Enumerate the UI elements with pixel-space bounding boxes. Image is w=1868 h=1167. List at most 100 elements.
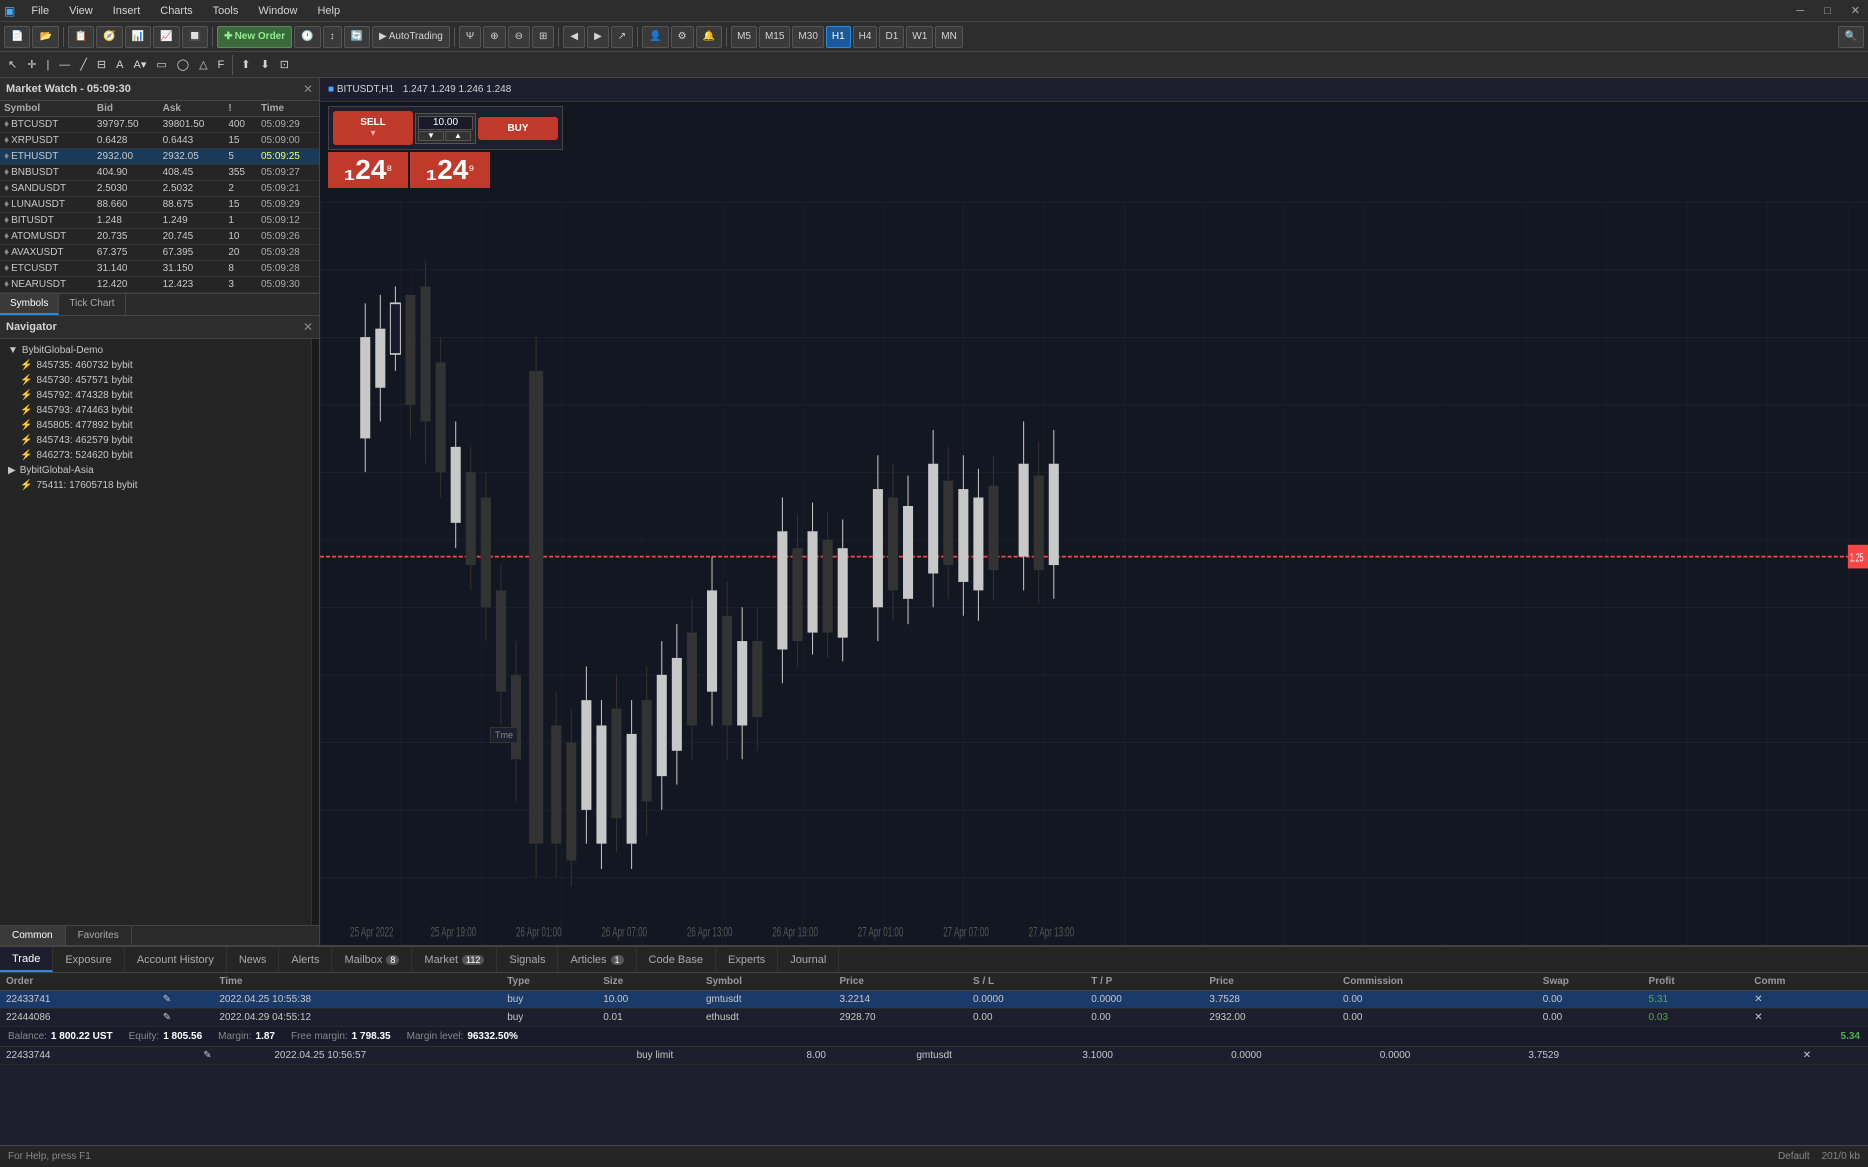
tree-item[interactable]: ⚡ 845805: 477892 bybit	[4, 418, 307, 433]
timeframe-mn[interactable]: MN	[935, 26, 963, 48]
timeframe-m5[interactable]: M5	[731, 26, 757, 48]
timeframe-w1[interactable]: W1	[906, 26, 933, 48]
bottom-tab-experts[interactable]: Experts	[716, 947, 778, 972]
triangle-tool[interactable]: △	[195, 55, 211, 75]
tick-chart-button[interactable]: ↕	[323, 26, 342, 48]
scroll-left-button[interactable]: ◀	[563, 26, 585, 48]
bottom-tab-signals[interactable]: Signals	[497, 947, 558, 972]
tree-item[interactable]: ▶ BybitGlobal-Asia	[4, 463, 307, 478]
menu-file[interactable]: File	[27, 3, 53, 19]
channel-tool[interactable]: ⊟	[93, 55, 110, 75]
tree-item[interactable]: ⚡ 845735: 460732 bybit	[4, 358, 307, 373]
qty-down[interactable]: ▼	[418, 131, 444, 141]
tree-item[interactable]: ⚡ 845793: 474463 bybit	[4, 403, 307, 418]
market-watch-scroll[interactable]: Symbol Bid Ask ! Time ♦BTCUSDT 39797.50 …	[0, 101, 319, 293]
rectangle-tool[interactable]: ▭	[152, 55, 170, 75]
text-tool[interactable]: A	[112, 55, 127, 75]
market-row[interactable]: ♦AVAXUSDT 67.375 67.395 20 05:09:28	[0, 245, 319, 261]
bottom-tab-articles[interactable]: Articles 1	[558, 947, 636, 972]
tree-item[interactable]: ▼ BybitGlobal-Demo	[4, 343, 307, 358]
indicators-button[interactable]: Ψ	[459, 26, 481, 48]
new-file-button[interactable]: 📄	[4, 26, 30, 48]
timeframe-h1[interactable]: H1	[826, 26, 851, 48]
history-center-button[interactable]: 🕐	[294, 26, 320, 48]
profiles-button[interactable]: 📋	[68, 26, 94, 48]
tab-tick-chart[interactable]: Tick Chart	[59, 294, 125, 315]
bottom-tab-market[interactable]: Market 112	[412, 947, 497, 972]
timeframe-m30[interactable]: M30	[792, 26, 823, 48]
sell-dropdown[interactable]: ▾	[370, 128, 375, 139]
market-row[interactable]: ♦SANDUSDT 2.5030 2.5032 2 05:09:21	[0, 181, 319, 197]
buy-block[interactable]: BUY	[478, 117, 558, 140]
menu-window[interactable]: Window	[254, 3, 301, 19]
bottom-tab-alerts[interactable]: Alerts	[279, 947, 332, 972]
pending-icon[interactable]: ✎	[197, 1047, 268, 1065]
nav-scrollbar[interactable]	[311, 339, 319, 925]
zoom-in-button[interactable]: 🔲	[182, 26, 208, 48]
pending-close[interactable]: ✕	[1797, 1047, 1868, 1065]
sell-block[interactable]: SELL ▾	[333, 111, 413, 145]
buy-price-block[interactable]: ₁24⁹	[410, 152, 490, 188]
nav-tab-common[interactable]: Common	[0, 926, 66, 945]
cursor-tool[interactable]: ↖	[4, 55, 21, 75]
quantity-input[interactable]	[418, 116, 473, 130]
new-order-button[interactable]: ✚ New Order	[217, 26, 292, 48]
menu-tools[interactable]: Tools	[209, 3, 243, 19]
timeframe-m15[interactable]: M15	[759, 26, 790, 48]
tree-item[interactable]: ⚡ 75411: 17605718 bybit	[4, 478, 307, 493]
market-row[interactable]: ♦ETCUSDT 31.140 31.150 8 05:09:28	[0, 261, 319, 277]
menu-charts[interactable]: Charts	[156, 3, 196, 19]
menu-insert[interactable]: Insert	[109, 3, 145, 19]
bottom-tab-code-base[interactable]: Code Base	[637, 947, 716, 972]
market-row[interactable]: ♦ATOMUSDT 20.735 20.745 10 05:09:26	[0, 229, 319, 245]
bottom-tab-exposure[interactable]: Exposure	[53, 947, 124, 972]
bottom-tab-news[interactable]: News	[227, 947, 280, 972]
market-row[interactable]: ♦BITUSDT 1.248 1.249 1 05:09:12	[0, 213, 319, 229]
navigator-button[interactable]: 🧭	[96, 26, 122, 48]
pending-order-row[interactable]: 22433744 ✎ 2022.04.25 10:56:57 buy limit…	[0, 1047, 1868, 1065]
timeframe-d1[interactable]: D1	[879, 26, 904, 48]
bottom-tab-trade[interactable]: Trade	[0, 947, 53, 972]
market-row[interactable]: ♦LUNAUSDT 88.660 88.675 15 05:09:29	[0, 197, 319, 213]
ellipse-tool[interactable]: ◯	[173, 55, 193, 75]
account-button[interactable]: 👤	[642, 26, 668, 48]
autotrading-button[interactable]: ▶ AutoTrading	[372, 26, 450, 48]
alerts-button[interactable]: 🔔	[696, 26, 722, 48]
window-close[interactable]: ✕	[1851, 4, 1860, 17]
trendline-tool[interactable]: ╱	[76, 55, 91, 75]
window-maximize[interactable]: □	[1824, 5, 1831, 17]
crosshair-tool[interactable]: ✛	[23, 55, 40, 75]
nav-tab-favorites[interactable]: Favorites	[66, 926, 132, 945]
grid-button[interactable]: ⊞	[532, 26, 554, 48]
order-close[interactable]: ✕	[1748, 991, 1868, 1009]
open-button[interactable]: 📂	[32, 26, 58, 48]
order-row[interactable]: 22444086 ✎ 2022.04.29 04:55:12 buy 0.01 …	[0, 1009, 1868, 1027]
orders-content[interactable]: Order Time Type Size Symbol Price S / L …	[0, 973, 1868, 1145]
tree-item[interactable]: ⚡ 845792: 474328 bybit	[4, 388, 307, 403]
refresh-button[interactable]: 🔄	[344, 26, 370, 48]
buy-arrow-tool[interactable]: ⬆	[237, 55, 254, 75]
market-row[interactable]: ♦NEARUSDT 12.420 12.423 3 05:09:30	[0, 277, 319, 293]
market-watch-close[interactable]: ✕	[303, 82, 313, 96]
price-label-tool[interactable]: ⊡	[276, 55, 293, 75]
sell-price-block[interactable]: ₁24⁸	[328, 152, 408, 188]
zoom-out-chart-button[interactable]: ⊖	[508, 26, 530, 48]
market-row[interactable]: ♦XRPUSDT 0.6428 0.6443 15 05:09:00	[0, 133, 319, 149]
tree-item[interactable]: ⚡ 845730: 457571 bybit	[4, 373, 307, 388]
timeframe-h4[interactable]: H4	[853, 26, 878, 48]
horizontal-line-tool[interactable]: —	[55, 55, 74, 75]
options-button[interactable]: ⚙	[671, 26, 694, 48]
bottom-tab-journal[interactable]: Journal	[778, 947, 839, 972]
tree-item[interactable]: ⚡ 845743: 462579 bybit	[4, 433, 307, 448]
label-tool[interactable]: A▾	[129, 55, 150, 75]
indicators2-button[interactable]: ↗	[611, 26, 633, 48]
zoom-in-chart-button[interactable]: ⊕	[483, 26, 505, 48]
market-row[interactable]: ♦ETHUSDT 2932.00 2932.05 5 05:09:25	[0, 149, 319, 165]
navigator-close[interactable]: ✕	[303, 320, 313, 334]
chart-button[interactable]: 📈	[153, 26, 179, 48]
order-icon[interactable]: ✎	[157, 1009, 214, 1027]
tab-symbols[interactable]: Symbols	[0, 294, 59, 315]
scroll-right-button[interactable]: ▶	[587, 26, 609, 48]
search-button[interactable]: 🔍	[1838, 26, 1864, 48]
sell-arrow-tool[interactable]: ⬇	[256, 55, 273, 75]
